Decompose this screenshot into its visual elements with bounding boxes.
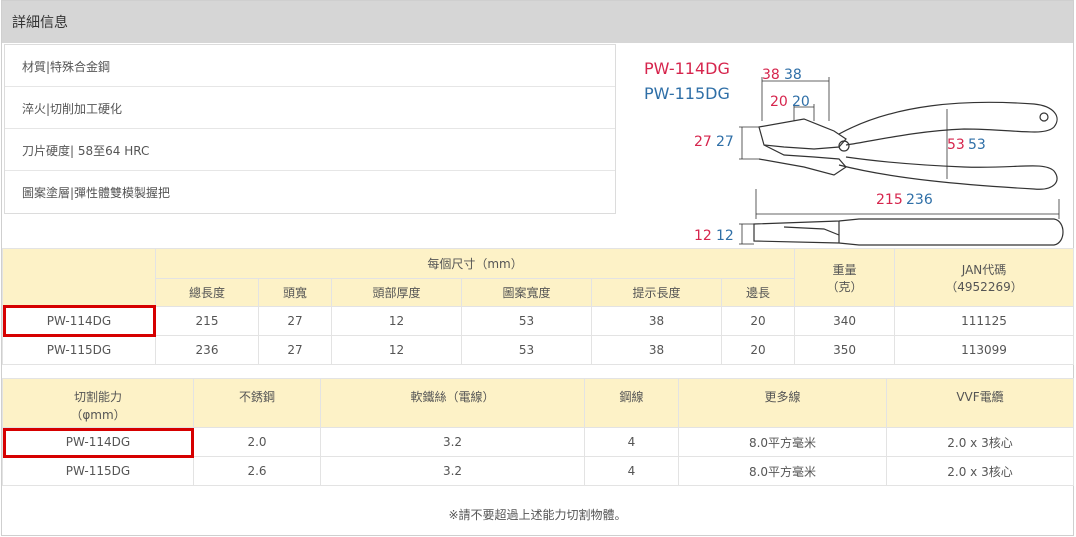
jan-cell: 111125 xyxy=(894,306,1075,336)
size-cell: 27 xyxy=(258,306,332,336)
cut-cell: 3.2 xyxy=(320,427,585,457)
diagram-model-2: PW-115DG xyxy=(644,84,730,103)
pliers-diagram: PW-114DG PW-115DG 38 38 20 20 27 27 53 5… xyxy=(644,59,1064,246)
dim-b-1: 20 xyxy=(770,94,788,110)
spec-list: 材質|特殊合金鋼 淬火|切削加工硬化 刀片硬度| 58至64 HRC 圖案塗層|… xyxy=(4,44,616,214)
highlight-box-2 xyxy=(3,428,194,458)
dim-a-1: 38 xyxy=(762,67,780,83)
size-corner-cell xyxy=(2,248,156,307)
highlight-box-1 xyxy=(3,305,156,337)
spec-coating: 圖案塗層|彈性體雙模製握把 xyxy=(22,186,171,200)
size-cell: 236 xyxy=(155,335,259,365)
dim-f-1: 12 xyxy=(694,228,712,244)
dim-f-2: 12 xyxy=(716,228,734,244)
panel-header: 詳細信息 xyxy=(2,1,1073,43)
table-row: PW-115DG 236 27 12 53 38 20 350 113099 xyxy=(2,335,1075,365)
pliers-outline-icon xyxy=(758,101,1058,190)
cut-cell: 2.0 x 3核心 xyxy=(886,427,1074,457)
dim-c-2: 27 xyxy=(716,134,734,150)
jan-sub: （4952269） xyxy=(945,279,1023,294)
spec-hardness: 刀片硬度| 58至64 HRC xyxy=(5,129,615,171)
size-cell: 53 xyxy=(461,335,592,365)
size-cell: 38 xyxy=(591,306,722,336)
size-cell: 12 xyxy=(331,306,462,336)
size-model-cell: PW-115DG xyxy=(2,335,156,365)
details-panel: 詳細信息 材質|特殊合金鋼 淬火|切削加工硬化 刀片硬度| 58至64 HRC … xyxy=(1,0,1075,536)
col-stranded-wire: 更多線 xyxy=(678,378,887,428)
jan-label: JAN代碼 xyxy=(961,262,1007,277)
size-group-header: 每個尺寸（mm） xyxy=(154,248,796,279)
weight-unit: （克） xyxy=(826,279,863,294)
size-cell: 20 xyxy=(720,335,796,365)
dim-b-2: 20 xyxy=(792,94,810,110)
table-row: PW-114DG 215 27 12 53 38 20 340 111125 xyxy=(2,306,1075,336)
col-tip-length: 提示長度 xyxy=(591,278,722,307)
dim-d-1: 53 xyxy=(947,137,965,153)
weight-cell: 350 xyxy=(794,335,896,365)
cut-header-label: 切割能力 xyxy=(73,390,122,404)
cut-cell: 4 xyxy=(584,427,679,457)
cut-cell: 2.6 xyxy=(193,456,321,486)
col-edge-length: 邊長 xyxy=(720,278,796,307)
cut-cell: 8.0平方毫米 xyxy=(678,456,887,486)
col-total-length: 總長度 xyxy=(155,278,259,307)
weight-cell: 340 xyxy=(794,306,896,336)
dim-c-1: 27 xyxy=(694,134,712,150)
col-steel-wire: 鋼線 xyxy=(584,378,679,428)
cut-cell: 8.0平方毫米 xyxy=(678,427,887,457)
dim-e-1: 215 xyxy=(876,192,903,208)
dim-a-2: 38 xyxy=(784,67,802,83)
col-vvf-cable: VVF電纜 xyxy=(886,378,1074,428)
table-row: PW-115DG 2.6 3.2 4 8.0平方毫米 2.0 x 3核心 xyxy=(2,456,1074,486)
col-stainless: 不銹鋼 xyxy=(193,378,321,428)
col-head-thickness: 頭部厚度 xyxy=(331,278,462,307)
pliers-side-icon xyxy=(753,218,1064,246)
cut-cell: 2.0 x 3核心 xyxy=(886,456,1074,486)
weight-label: 重量 xyxy=(832,262,857,277)
size-cell: 38 xyxy=(591,335,722,365)
size-cell: 215 xyxy=(155,306,259,336)
cutting-note: ※請不要超過上述能力切割物體。 xyxy=(448,508,627,522)
cut-cell: 3.2 xyxy=(320,456,585,486)
jan-cell: 113099 xyxy=(894,335,1075,365)
size-cell: 27 xyxy=(258,335,332,365)
spec-quench: 淬火|切削加工硬化 xyxy=(5,87,615,129)
dim-e-2: 236 xyxy=(906,192,933,208)
cut-header-cell: 切割能力 （φmm） xyxy=(2,378,194,428)
cut-cell: 2.0 xyxy=(193,427,321,457)
dim-d-2: 53 xyxy=(968,137,986,153)
col-head-width: 頭寬 xyxy=(258,278,332,307)
size-cell: 53 xyxy=(461,306,592,336)
size-table: 每個尺寸（mm） 重量 （克） JAN代碼 （4952269） 總長度 頭寬 頭… xyxy=(2,248,1075,365)
jan-header: JAN代碼 （4952269） xyxy=(894,248,1075,307)
size-cell: 20 xyxy=(720,306,796,336)
size-cell: 12 xyxy=(331,335,462,365)
col-soft-wire: 軟鐵絲（電線） xyxy=(320,378,585,428)
cut-header-unit: （φmm） xyxy=(70,408,126,422)
weight-header: 重量 （克） xyxy=(794,248,896,307)
cut-cell: 4 xyxy=(584,456,679,486)
spec-material: 材質|特殊合金鋼 xyxy=(5,45,615,87)
cut-model-cell: PW-115DG xyxy=(2,456,194,486)
col-pattern-width: 圖案寬度 xyxy=(461,278,592,307)
diagram-model-1: PW-114DG xyxy=(644,59,730,78)
